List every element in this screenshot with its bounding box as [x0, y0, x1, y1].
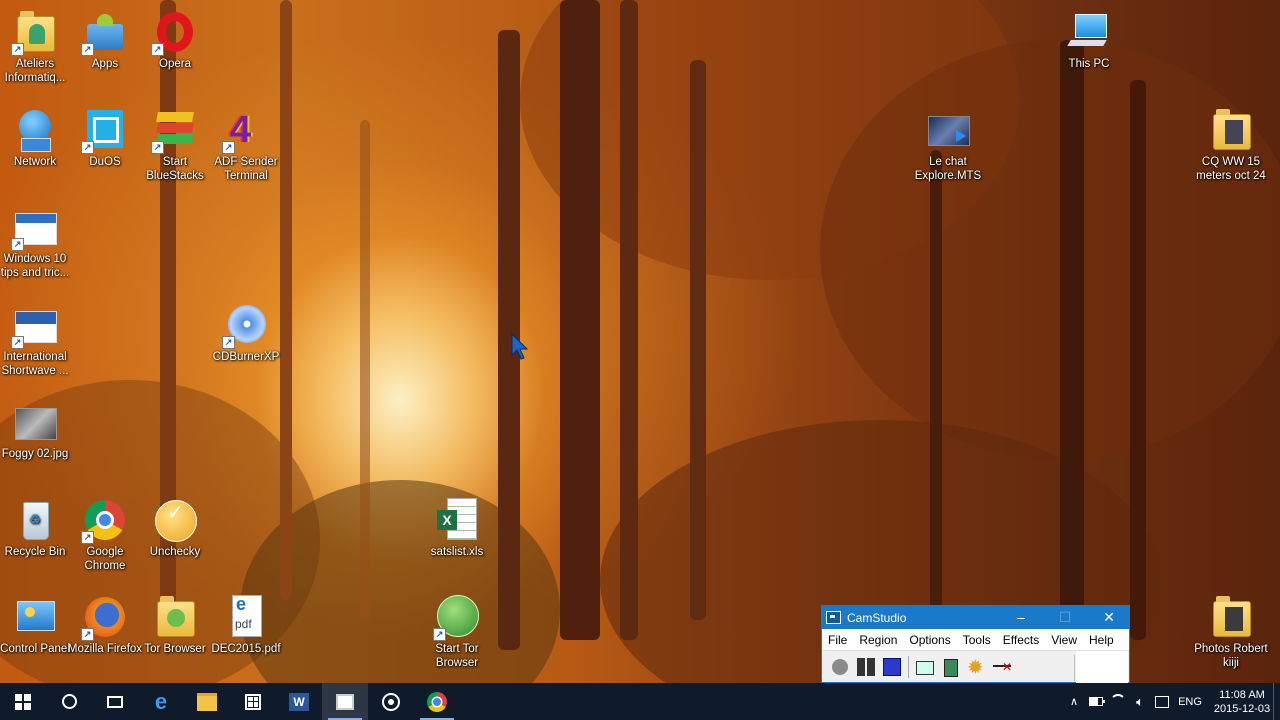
desktop-icon-foggy[interactable]: Foggy 02.jpg: [0, 400, 77, 461]
chrome-icon: ↗: [81, 498, 127, 544]
cdburner-icon: ↗: [222, 303, 268, 349]
task-view-button[interactable]: [92, 683, 138, 720]
task-view-icon: [107, 695, 123, 708]
camstudio-icon: [336, 693, 354, 710]
desktop-icon-dec2015-pdf[interactable]: e pdf DEC2015.pdf: [204, 595, 288, 656]
menu-help[interactable]: Help: [1083, 633, 1120, 647]
cortana-circle-icon: [61, 694, 77, 709]
desktop-icon-le-chat-mts[interactable]: Le chat Explore.MTS: [906, 108, 990, 183]
clock-date: 2015-12-03: [1213, 702, 1271, 715]
store-icon: [245, 693, 261, 710]
taskbar-word[interactable]: W: [276, 683, 322, 720]
autopan-icon[interactable]: ✕: [993, 657, 1013, 677]
close-button[interactable]: ✕: [1089, 606, 1129, 629]
region-select-icon[interactable]: [915, 657, 935, 677]
groove-icon: [382, 692, 400, 711]
menu-options[interactable]: Options: [903, 633, 956, 647]
camstudio-title: CamStudio: [847, 610, 907, 625]
menu-view[interactable]: View: [1045, 633, 1083, 647]
windows-logo-icon: [15, 693, 31, 710]
recycle-bin-icon: ♻: [13, 498, 57, 542]
maximize-button[interactable]: ☐: [1045, 606, 1085, 629]
camstudio-titlebar[interactable]: CamStudio – ☐ ✕: [822, 606, 1129, 629]
taskbar-groove[interactable]: [368, 683, 414, 720]
tor-globe-icon: ↗: [433, 595, 479, 641]
taskbar: e W ∧ 🔈︎ ENG 11:08 AM 2015-12-03: [0, 683, 1280, 720]
network-globe-icon: [13, 108, 57, 152]
annotation-icon[interactable]: [941, 657, 961, 677]
desktop-icon-shortwave[interactable]: ↗ International Shortwave ...: [0, 303, 77, 378]
desktop-icon-this-pc[interactable]: This PC: [1047, 10, 1131, 71]
input-language-indicator[interactable]: ENG: [1173, 683, 1207, 720]
menu-tools[interactable]: Tools: [957, 633, 997, 647]
adf-sender-icon: 4 ↗: [222, 108, 268, 154]
record-button[interactable]: [830, 657, 850, 677]
this-pc-icon: [1067, 10, 1111, 54]
desktop-wallpaper[interactable]: ↗ Ateliers Informatiq... Network ↗ Windo…: [0, 0, 1280, 720]
image-thumb-icon: [13, 400, 57, 444]
start-button[interactable]: [0, 683, 46, 720]
desktop-icon-cq-ww-folder[interactable]: CQ WW 15 meters oct 24: [1189, 108, 1273, 183]
system-tray: ∧ 🔈︎ ENG 11:08 AM 2015-12-03: [1063, 683, 1280, 720]
desktop-icon-cdburnerxp[interactable]: ↗ CDBurnerXP: [204, 303, 288, 364]
battery-icon[interactable]: [1085, 683, 1107, 720]
taskbar-camstudio[interactable]: [322, 683, 368, 720]
camstudio-menubar: File Region Options Tools Effects View H…: [822, 629, 1129, 651]
chrome-icon: [427, 691, 447, 712]
toolbar-divider: [1074, 655, 1075, 681]
taskbar-store[interactable]: [230, 683, 276, 720]
clock-time: 11:08 AM: [1219, 688, 1265, 701]
toolbar-separator: [908, 656, 909, 678]
action-center-icon[interactable]: [1151, 683, 1173, 720]
toolbar-blank-area: [1076, 651, 1128, 683]
folder-icon: [1209, 595, 1253, 639]
taskbar-clock[interactable]: 11:08 AM 2015-12-03: [1211, 688, 1273, 716]
excel-file-icon: X: [435, 498, 479, 542]
desktop-icon-photos-folder[interactable]: Photos Robert kiiji: [1189, 595, 1273, 670]
folder-icon: [1209, 108, 1253, 152]
firefox-icon: ↗: [81, 595, 127, 641]
folder-icon: [153, 595, 197, 639]
desktop-icon-adf-sender[interactable]: 4 ↗ ADF Sender Terminal: [204, 108, 288, 183]
document-thumb-icon: ↗: [11, 303, 57, 349]
camstudio-window[interactable]: CamStudio – ☐ ✕ File Region Options Tool…: [821, 605, 1130, 683]
duos-icon: ↗: [81, 108, 127, 154]
camstudio-toolbar: ✹ ✕: [822, 651, 1129, 683]
wifi-icon[interactable]: [1107, 683, 1129, 720]
cortana-button[interactable]: [46, 683, 92, 720]
edge-icon: e: [154, 688, 168, 714]
desktop-icon-opera[interactable]: ↗ Opera: [133, 10, 217, 71]
pause-button[interactable]: [856, 657, 876, 677]
minimize-button[interactable]: –: [1001, 606, 1041, 629]
options-gear-icon[interactable]: ✹: [967, 657, 987, 679]
android-apps-icon: ↗: [81, 10, 127, 56]
document-thumb-icon: ↗: [11, 205, 57, 251]
menu-file[interactable]: File: [822, 633, 853, 647]
desktop-icon-unchecky[interactable]: ✓ Unchecky: [133, 498, 217, 559]
show-hidden-icons-button[interactable]: ∧: [1063, 683, 1085, 720]
show-desktop-button[interactable]: [1273, 683, 1280, 720]
camstudio-app-icon: [826, 611, 841, 624]
desktop-icon-start-tor-browser[interactable]: ↗ Start Tor Browser: [415, 595, 499, 670]
word-icon: W: [289, 692, 309, 711]
file-explorer-icon: [197, 692, 217, 711]
control-panel-icon: [13, 595, 57, 639]
desktop-icon-satslist-xls[interactable]: X satslist.xls: [415, 498, 499, 559]
video-file-icon: [926, 108, 970, 152]
desktop-icon-windows10-tips[interactable]: ↗ Windows 10 tips and tric...: [0, 205, 77, 280]
menu-effects[interactable]: Effects: [997, 633, 1045, 647]
pdf-file-icon: e pdf: [224, 595, 268, 639]
stop-button[interactable]: [882, 657, 902, 677]
taskbar-chrome[interactable]: [414, 683, 460, 720]
taskbar-edge[interactable]: e: [138, 683, 184, 720]
bluestacks-icon: ↗: [151, 108, 197, 154]
opera-icon: ↗: [151, 10, 197, 56]
menu-region[interactable]: Region: [853, 633, 903, 647]
volume-icon[interactable]: 🔈︎: [1129, 683, 1151, 720]
unchecky-icon: ✓: [153, 498, 197, 542]
taskbar-file-explorer[interactable]: [184, 683, 230, 720]
